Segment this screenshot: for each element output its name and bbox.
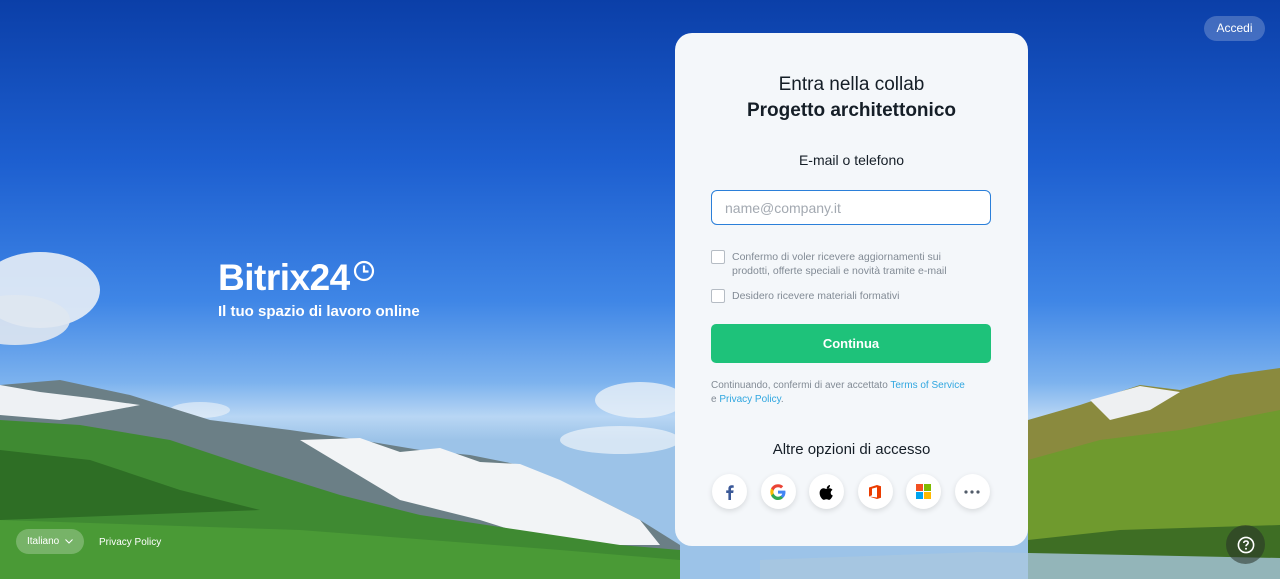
training-consent-checkbox[interactable] (711, 289, 725, 303)
training-consent-label: Desidero ricevere materiali formativi (732, 290, 900, 302)
language-select[interactable]: Italiano (16, 529, 84, 554)
help-icon (1237, 536, 1254, 553)
updates-consent-checkbox[interactable] (711, 250, 725, 264)
office-login-button[interactable] (857, 474, 893, 509)
continue-button[interactable]: Continua (711, 324, 991, 363)
login-card: Entra nella collab Progetto architettoni… (675, 33, 1028, 546)
apple-login-button[interactable] (809, 474, 844, 509)
collab-name: Progetto architettonico (746, 100, 956, 121)
help-button[interactable] (1226, 525, 1265, 564)
facebook-icon (725, 484, 734, 500)
brand-name: Bitrix24 (218, 257, 350, 298)
terms-suffix: . (780, 394, 784, 405)
brand-logo: Bitrix24 (218, 258, 420, 298)
email-field[interactable] (711, 190, 991, 225)
signin-button[interactable]: Accedi (1204, 16, 1265, 41)
updates-consent-label: Confermo di voler ricevere aggiornamenti… (732, 251, 947, 277)
microsoft-login-button[interactable] (906, 474, 941, 509)
apple-icon (819, 484, 833, 500)
brand-tagline: Il tuo spazio di lavoro online (218, 303, 420, 320)
office-icon (869, 484, 881, 499)
social-login-row (712, 474, 1003, 509)
footer-privacy-link[interactable]: Privacy Policy (99, 537, 161, 548)
chevron-down-icon (65, 539, 74, 544)
microsoft-icon (916, 484, 931, 499)
terms-prefix: Continuando, confermi di aver accettato (711, 380, 891, 391)
privacy-policy-link[interactable]: Privacy Policy (719, 394, 781, 405)
language-label: Italiano (27, 536, 60, 547)
more-icon (964, 489, 980, 494)
background-landscape (0, 0, 1280, 579)
terms-of-service-link[interactable]: Terms of Service (890, 380, 964, 391)
training-consent-row[interactable]: Desidero ricevere materiali formativi (711, 289, 972, 303)
more-options-button[interactable] (954, 474, 990, 509)
updates-consent-row[interactable]: Confermo di voler ricevere aggiornamenti… (711, 250, 972, 278)
email-field-label: E-mail o telefono (798, 152, 905, 168)
facebook-login-button[interactable] (712, 474, 747, 509)
card-heading: Entra nella collab Progetto architettoni… (675, 72, 1028, 125)
terms-notice: Continuando, confermi di aver accettato … (711, 379, 996, 407)
alt-login-title: Altre opzioni di accesso (772, 441, 931, 458)
card-title: Entra nella collab (778, 74, 925, 95)
google-icon (770, 483, 786, 500)
brand-block: Bitrix24 Il tuo spazio di lavoro online (218, 258, 420, 321)
clock-icon (353, 260, 374, 282)
google-login-button[interactable] (760, 474, 796, 509)
